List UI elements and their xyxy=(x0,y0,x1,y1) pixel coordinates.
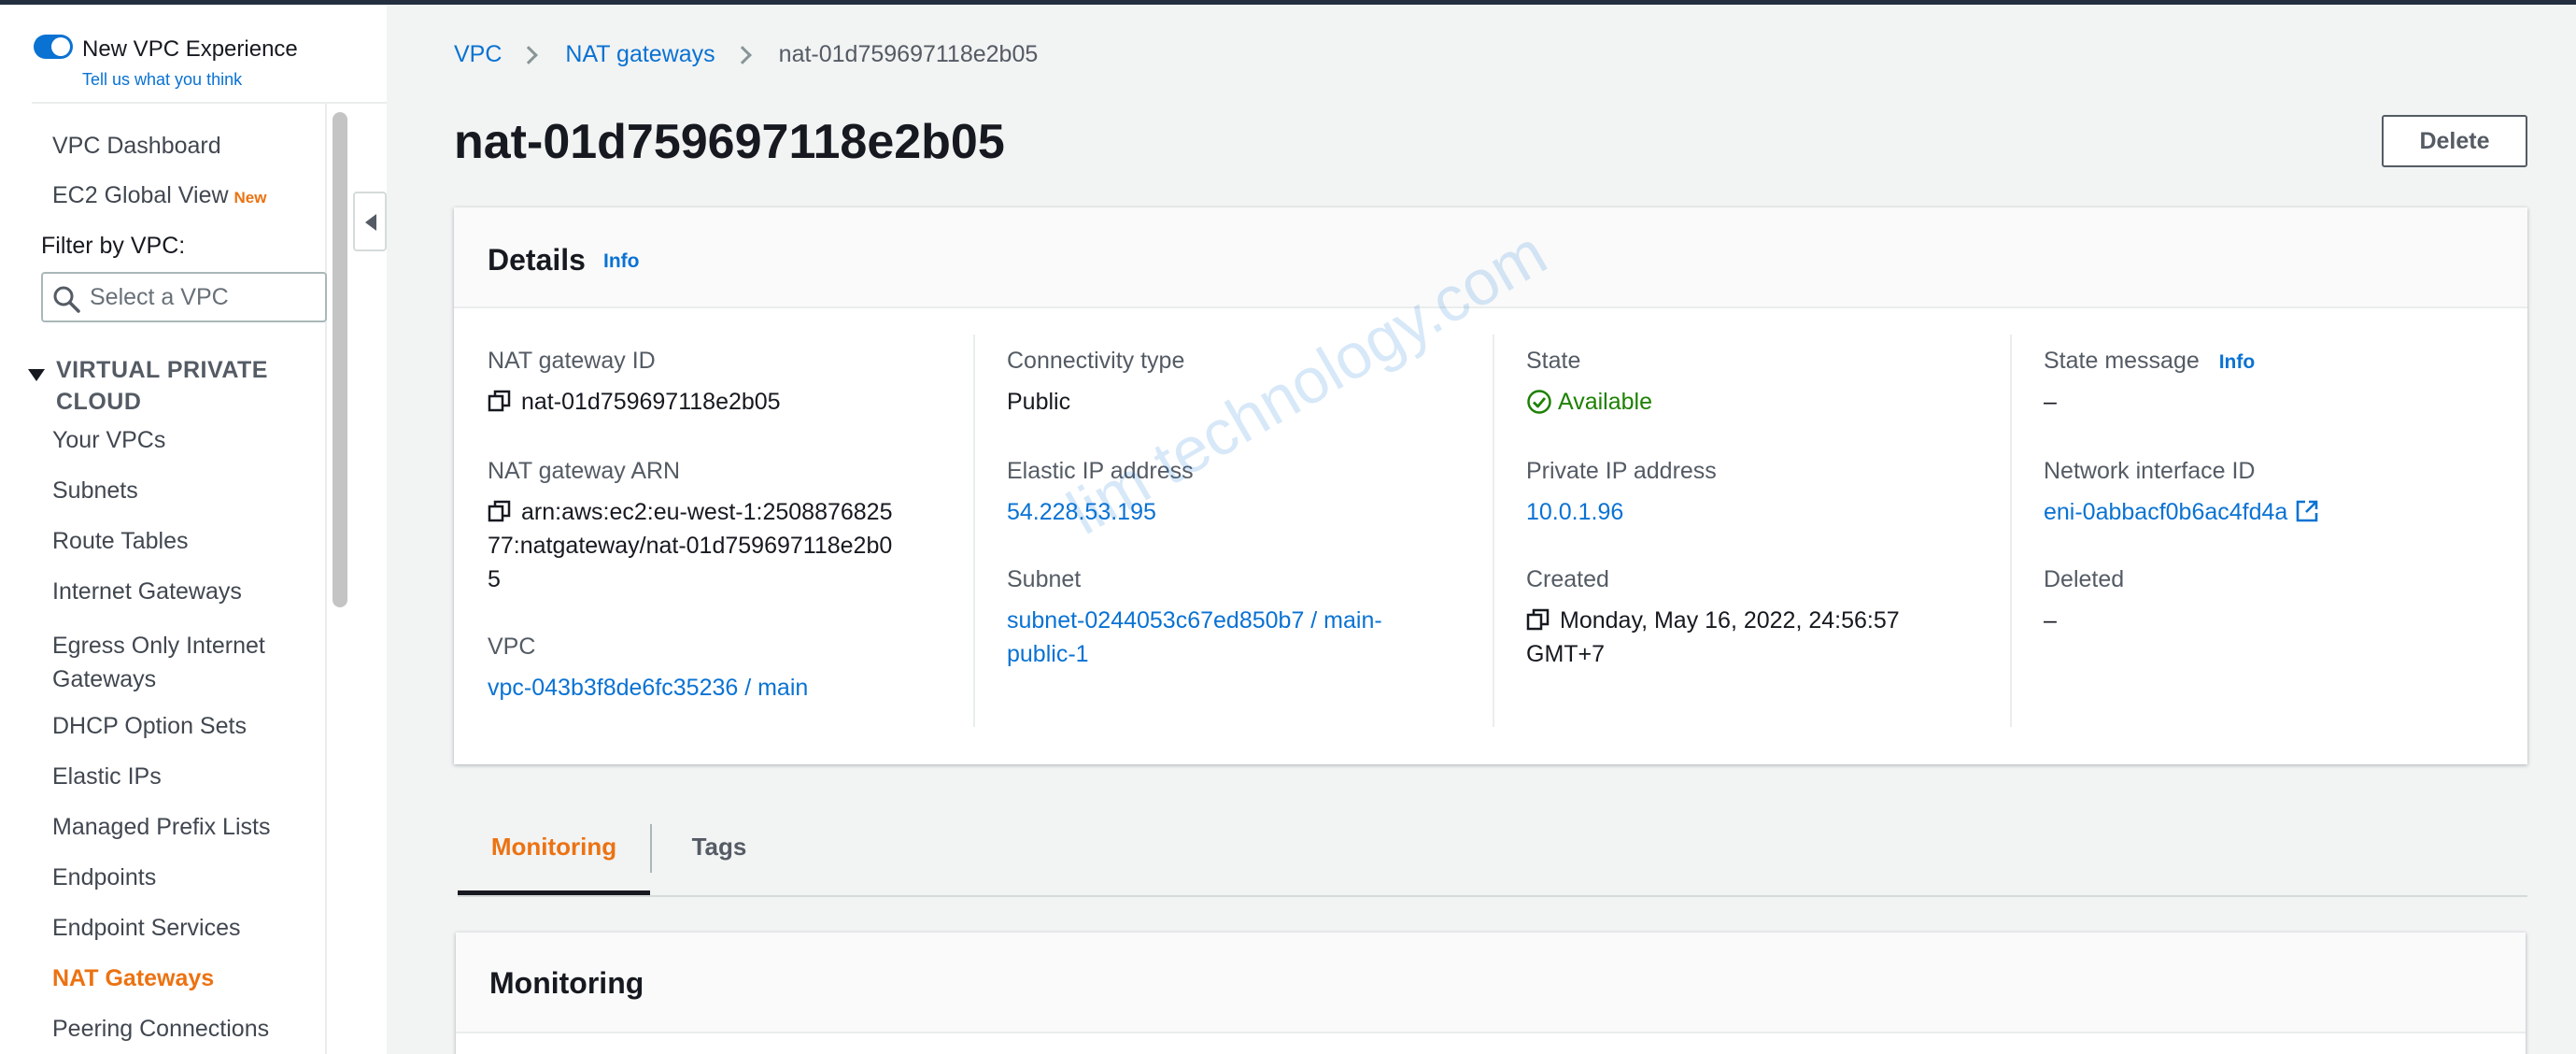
deleted-value: – xyxy=(2044,607,2057,634)
breadcrumb-vpc[interactable]: VPC xyxy=(454,41,502,68)
connectivity-type-value: Public xyxy=(1007,389,1071,415)
nat-gateway-id-label: NAT gateway ID xyxy=(488,348,656,374)
sidebar-item-dhcp-option-sets[interactable]: DHCP Option Sets xyxy=(52,713,247,740)
private-ip-link[interactable]: 10.0.1.96 xyxy=(1526,495,1623,529)
sidebar-item-elastic-ips[interactable]: Elastic IPs xyxy=(52,763,162,790)
delete-button[interactable]: Delete xyxy=(2382,115,2527,167)
new-badge: New xyxy=(234,189,267,207)
state-message-info-link[interactable]: Info xyxy=(2219,351,2255,373)
tab-tags[interactable]: Tags xyxy=(652,805,786,895)
external-link-icon[interactable] xyxy=(2295,499,2319,523)
caret-down-icon[interactable] xyxy=(28,369,45,381)
private-ip-label: Private IP address xyxy=(1526,458,1717,484)
sidebar-item-label: EC2 Global View xyxy=(52,182,229,208)
sidebar: New VPC Experience Tell us what you thin… xyxy=(0,5,387,1054)
nat-gateway-arn-value: arn:aws:ec2:eu-west-1:250887682577:natga… xyxy=(488,495,899,596)
sidebar-scrollbar-thumb[interactable] xyxy=(333,112,347,607)
details-panel: Details Info NAT gateway ID nat-01d75969… xyxy=(454,207,2527,764)
vpc-filter-input[interactable] xyxy=(90,281,314,313)
created-label: Created xyxy=(1526,566,1609,592)
page-title: nat-01d759697118e2b05 xyxy=(454,115,1005,169)
sidebar-item-your-vpcs[interactable]: Your VPCs xyxy=(52,427,165,454)
sidebar-item-ec2-global-view[interactable]: EC2 Global View New xyxy=(52,182,267,209)
sidebar-item-managed-prefix-lists[interactable]: Managed Prefix Lists xyxy=(52,814,270,841)
sidebar-item-route-tables[interactable]: Route Tables xyxy=(52,528,188,555)
sidebar-item-nat-gateways[interactable]: NAT Gateways xyxy=(52,965,214,992)
feedback-link[interactable]: Tell us what you think xyxy=(82,70,242,90)
network-interface-value: eni-0abbacf0b6ac4fd4a xyxy=(2044,495,2319,529)
column-divider xyxy=(2010,335,2012,727)
breadcrumb-current: nat-01d759697118e2b05 xyxy=(778,41,1039,67)
vpc-link[interactable]: vpc-043b3f8de6fc35236 / main xyxy=(488,671,808,705)
monitoring-header: Monitoring xyxy=(456,933,2526,1033)
filter-by-vpc-label: Filter by VPC: xyxy=(41,233,186,259)
network-interface-link[interactable]: eni-0abbacf0b6ac4fd4a xyxy=(2044,499,2287,525)
sidebar-item-peering-connections[interactable]: Peering Connections xyxy=(52,1016,269,1043)
monitoring-panel: Monitoring xyxy=(456,933,2526,1054)
sidebar-item-vpc-dashboard[interactable]: VPC Dashboard xyxy=(52,133,221,160)
copy-icon[interactable] xyxy=(488,389,512,413)
deleted-label: Deleted xyxy=(2044,566,2125,592)
nat-gateway-id-value: nat-01d759697118e2b05 xyxy=(488,385,781,419)
network-interface-label: Network interface ID xyxy=(2044,458,2256,484)
state-message-value: – xyxy=(2044,389,2057,415)
toggle-knob xyxy=(51,37,70,56)
connectivity-type-label: Connectivity type xyxy=(1007,348,1185,374)
section-virtual-private-cloud[interactable]: VIRTUAL PRIVATE CLOUD xyxy=(56,354,280,418)
column-divider xyxy=(1493,335,1494,727)
breadcrumb: VPC NAT gateways nat-01d759697118e2b05 xyxy=(454,41,1038,68)
state-text: Available xyxy=(1558,389,1653,415)
sidebar-item-subnets[interactable]: Subnets xyxy=(52,477,138,505)
elastic-ip-link[interactable]: 54.228.53.195 xyxy=(1007,495,1156,529)
check-circle-icon xyxy=(1527,390,1551,414)
new-experience-label: New VPC Experience xyxy=(82,36,298,62)
chevron-right-icon xyxy=(732,45,752,64)
subnet-link[interactable]: subnet-0244053c67ed850b7 / main-public-1 xyxy=(1007,604,1437,671)
monitoring-title: Monitoring xyxy=(489,966,644,1000)
nat-gateway-arn-label: NAT gateway ARN xyxy=(488,458,681,484)
column-divider xyxy=(973,335,975,727)
nat-gateway-id-text: nat-01d759697118e2b05 xyxy=(521,389,781,415)
chevron-right-icon xyxy=(519,45,539,64)
created-value: Monday, May 16, 2022, 24:56:57 GMT+7 xyxy=(1526,604,1937,671)
sidebar-item-endpoints[interactable]: Endpoints xyxy=(52,864,156,891)
copy-icon[interactable] xyxy=(1526,607,1550,632)
state-label: State xyxy=(1526,348,1581,374)
collapse-sidebar-button[interactable] xyxy=(353,192,387,251)
breadcrumb-nat-gateways[interactable]: NAT gateways xyxy=(565,41,715,68)
sidebar-item-egress-only-internet-gateways[interactable]: Egress Only Internet Gateways xyxy=(52,629,304,696)
state-message-label-text: State message xyxy=(2044,348,2200,374)
vpc-label: VPC xyxy=(488,634,536,660)
new-experience-toggle[interactable] xyxy=(34,35,73,59)
details-info-link[interactable]: Info xyxy=(603,250,639,273)
state-value: Available xyxy=(1526,385,1652,419)
subnet-label: Subnet xyxy=(1007,566,1082,592)
state-message-label: State message Info xyxy=(2044,348,2255,375)
elastic-ip-label: Elastic IP address xyxy=(1007,458,1194,484)
details-title: Details xyxy=(488,243,586,277)
created-text: Monday, May 16, 2022, 24:56:57 GMT+7 xyxy=(1526,607,1900,667)
tab-list: Monitoring Tags xyxy=(458,805,2527,897)
nat-gateway-arn-text: arn:aws:ec2:eu-west-1:250887682577:natga… xyxy=(488,499,893,592)
sidebar-item-endpoint-services[interactable]: Endpoint Services xyxy=(52,915,241,942)
vpc-filter-select[interactable] xyxy=(41,272,327,322)
tab-monitoring[interactable]: Monitoring xyxy=(458,805,650,895)
search-icon xyxy=(53,286,80,313)
details-header: Details Info xyxy=(454,207,2527,308)
chevron-left-icon xyxy=(365,214,376,231)
copy-icon[interactable] xyxy=(488,499,512,523)
sidebar-item-internet-gateways[interactable]: Internet Gateways xyxy=(52,578,242,605)
